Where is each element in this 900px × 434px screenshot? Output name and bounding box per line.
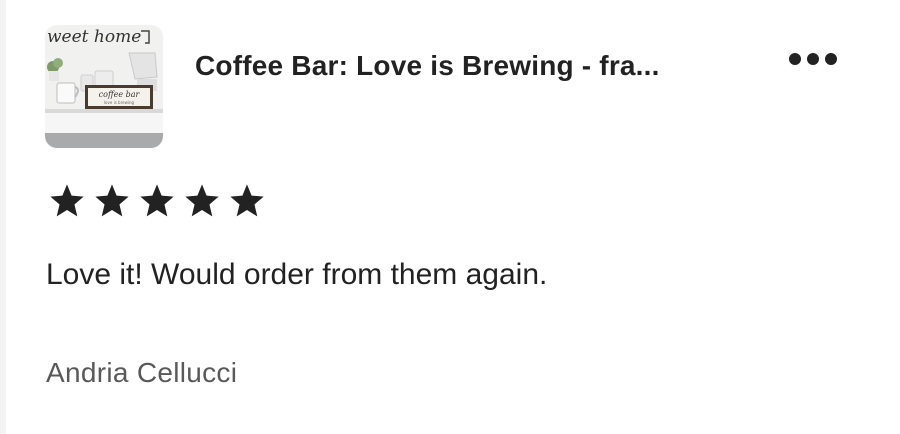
listing-thumbnail-image: weet home coffee bar love is brewing — [45, 25, 163, 148]
listing-thumbnail[interactable]: weet home coffee bar love is brewing — [45, 25, 163, 148]
review-card: weet home coffee bar love is brewing Cof… — [6, 0, 900, 434]
star-filled-icon — [140, 184, 174, 217]
reviewer-name[interactable]: Andria Cellucci — [46, 353, 237, 393]
thumbnail-wall-text: weet home — [47, 27, 141, 47]
star-filled-icon — [50, 184, 84, 217]
more-options-button[interactable] — [782, 44, 844, 74]
thumbnail-sign-text-2: love is brewing — [104, 100, 135, 105]
star-filled-icon — [230, 184, 264, 217]
more-horizontal-icon — [789, 53, 837, 65]
thumbnail-sign-text-1: coffee bar — [99, 90, 141, 99]
listing-title[interactable]: Coffee Bar: Love is Brewing - fra... — [195, 46, 755, 86]
star-filled-icon — [185, 184, 219, 217]
star-filled-icon — [95, 184, 129, 217]
review-text: Love it! Would order from them again. — [46, 258, 548, 291]
star-rating — [48, 182, 266, 220]
